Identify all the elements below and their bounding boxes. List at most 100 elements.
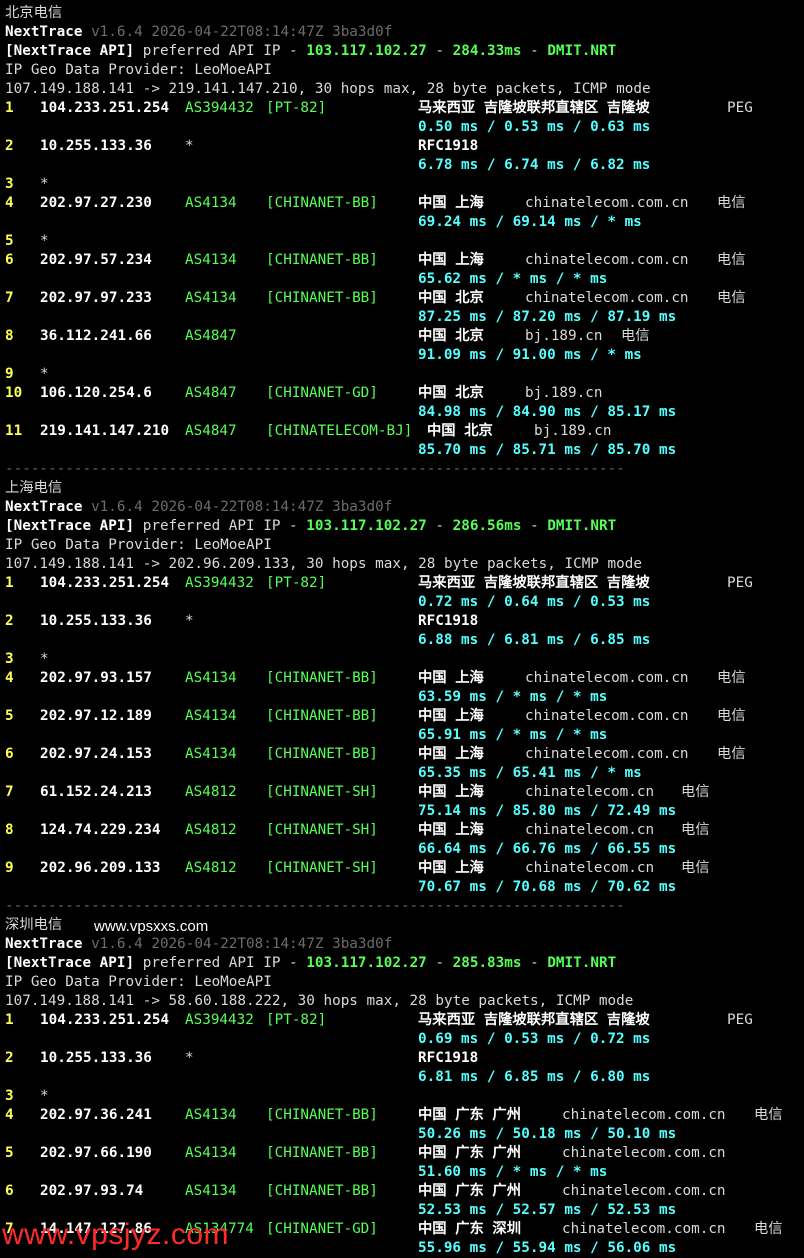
hop-geo: 中国 北京 <box>427 423 493 439</box>
api-info: [NextTrace API] preferred API IP - 103.1… <box>5 517 616 536</box>
trace-command: 107.149.188.141 -> 58.60.188.222, 30 hop… <box>5 993 634 1009</box>
hop-host: chinatelecom.cn <box>525 784 655 800</box>
hop-rtt-row: 6.88 ms / 6.81 ms / 6.85 ms <box>5 631 801 650</box>
api-dash: - <box>521 43 548 59</box>
hop-host: chinatelecom.com.cn <box>525 252 689 268</box>
hop-network-tag: [CHINANET-SH] <box>266 860 378 876</box>
hop-rtt-row: 65.35 ms / 65.41 ms / * ms <box>5 764 801 783</box>
geo-provider-line: IP Geo Data Provider: LeoMoeAPI <box>5 61 801 80</box>
hop-row: 3 * <box>5 175 801 194</box>
hop-number: 8 <box>5 822 14 838</box>
app-header-line: NextTrace v1.6.4 2026-04-22T08:14:47Z 3b… <box>5 23 801 42</box>
hop-asn: AS4134 <box>185 708 237 724</box>
hop-asn: AS4134 <box>185 195 237 211</box>
hop-rtt: 6.78 ms / 6.74 ms / 6.82 ms <box>418 157 651 173</box>
hop-host: bj.189.cn <box>525 328 603 344</box>
hop-number: 1 <box>5 100 14 116</box>
hop-row: 2 10.255.133.36 * RFC1918 <box>5 1049 801 1068</box>
hop-host: chinatelecom.com.cn <box>525 290 689 306</box>
hop-asn: AS394432 <box>185 575 254 591</box>
hop-rtt: 70.67 ms / 70.68 ms / 70.62 ms <box>418 879 677 895</box>
hop-number: 6 <box>5 1183 14 1199</box>
api-dash: - <box>426 43 453 59</box>
hop-network-tag: [CHINANET-BB] <box>266 195 378 211</box>
app-version: v1.6.4 2026-04-22T08:14:47Z 3ba3d0f <box>91 936 393 952</box>
hop-ip: * <box>40 366 49 382</box>
hop-row: 9 202.96.209.133 AS4812 [CHINANET-SH] 中国 上海 c… <box>5 859 801 878</box>
hop-asn: AS4812 <box>185 860 237 876</box>
hop-asn: AS394432 <box>185 100 254 116</box>
hop-asn: AS4134 <box>185 1145 237 1161</box>
hop-host: chinatelecom.com.cn <box>562 1145 726 1161</box>
hop-asn: AS4847 <box>185 385 237 401</box>
api-dash: - <box>426 955 453 971</box>
hop-isp: 电信 <box>681 822 710 838</box>
hop-geo: RFC1918 <box>418 613 479 629</box>
hop-isp: 电信 <box>717 252 746 268</box>
hop-network-tag: [CHINANET-GD] <box>266 385 378 401</box>
hop-rtt-row: 0.69 ms / 0.53 ms / 0.72 ms <box>5 1030 801 1049</box>
hop-ip: 202.97.66.190 <box>40 1145 152 1161</box>
hop-rtt: 6.88 ms / 6.81 ms / 6.85 ms <box>418 632 651 648</box>
section-title-line: 北京电信 <box>5 4 801 23</box>
hop-geo: 中国 上海 <box>418 670 484 686</box>
hop-number: 6 <box>5 252 14 268</box>
hop-row: 8 124.74.229.234 AS4812 [CHINANET-SH] 中国 上海 c… <box>5 821 801 840</box>
hop-row: 3 * <box>5 650 801 669</box>
hop-geo: 中国 上海 <box>418 252 484 268</box>
hop-number: 6 <box>5 746 14 762</box>
hop-geo: 中国 上海 <box>418 784 484 800</box>
hop-network-tag: [CHINANET-SH] <box>266 822 378 838</box>
hop-ip: 202.97.12.189 <box>40 708 152 724</box>
separator-line: ----------------------------------------… <box>5 460 801 479</box>
hop-row: 9 * <box>5 365 801 384</box>
hop-isp: 电信 <box>717 195 746 211</box>
hop-row: 6 202.97.57.234 AS4134 [CHINANET-BB] 中国 上海 ch… <box>5 251 801 270</box>
app-header: NextTrace v1.6.4 2026-04-22T08:14:47Z 3b… <box>5 23 392 42</box>
api-ip: 103.117.102.27 <box>306 43 427 59</box>
api-node: DMIT.NRT <box>547 518 617 534</box>
terminal-output: 北京电信 NextTrace v1.6.4 2026-04-22T08:14:47… <box>5 4 801 1258</box>
api-text: preferred API IP - <box>134 43 307 59</box>
hop-rtt-row: 6.78 ms / 6.74 ms / 6.82 ms <box>5 156 801 175</box>
hop-ip: 104.233.251.254 <box>40 1012 170 1028</box>
hop-number: 5 <box>5 1145 14 1161</box>
hop-asn: AS4812 <box>185 784 237 800</box>
hop-rtt-row: 69.24 ms / 69.14 ms / * ms <box>5 213 801 232</box>
hop-ip: 202.97.93.157 <box>40 670 152 686</box>
hop-rtt: 84.98 ms / 84.90 ms / 85.17 ms <box>418 404 677 420</box>
hop-number: 4 <box>5 195 14 211</box>
hop-geo: 中国 上海 <box>418 708 484 724</box>
app-name: NextTrace <box>5 24 83 40</box>
hop-network-tag: [CHINANET-BB] <box>266 670 378 686</box>
hop-geo: 中国 北京 <box>418 385 484 401</box>
hop-rtt-row: 75.14 ms / 85.80 ms / 72.49 ms <box>5 802 801 821</box>
hop-row: 5 202.97.12.189 AS4134 [CHINANET-BB] 中国 上海 ch… <box>5 707 801 726</box>
hop-ip: 202.97.93.74 <box>40 1183 144 1199</box>
hop-network-tag: [CHINANET-BB] <box>266 708 378 724</box>
hop-rtt-row: 51.60 ms / * ms / * ms <box>5 1163 801 1182</box>
hop-geo: 中国 北京 <box>418 328 484 344</box>
trace-command-line: 107.149.188.141 -> 202.96.209.133, 30 ho… <box>5 555 801 574</box>
section-title-line: 上海电信 <box>5 479 801 498</box>
hop-ip: 10.255.133.36 <box>40 1050 152 1066</box>
hop-ip: * <box>40 176 49 192</box>
hop-rtt-row: 50.26 ms / 50.18 ms / 50.10 ms <box>5 1125 801 1144</box>
hop-rtt-row: 70.67 ms / 70.68 ms / 70.62 ms <box>5 878 801 897</box>
geo-provider-line: IP Geo Data Provider: LeoMoeAPI <box>5 973 801 992</box>
hop-rtt: 75.14 ms / 85.80 ms / 72.49 ms <box>418 803 677 819</box>
hop-row: 1 104.233.251.254 AS394432 [PT-82] 马来西亚 吉隆坡联… <box>5 1011 801 1030</box>
hop-ip: 202.97.36.241 <box>40 1107 152 1123</box>
hop-network-tag: [CHINANET-SH] <box>266 784 378 800</box>
hop-rtt: 91.09 ms / 91.00 ms / * ms <box>418 347 642 363</box>
hop-asn: AS4134 <box>185 252 237 268</box>
site-watermark: www.vpsxxs.com <box>94 918 209 935</box>
hop-number: 7 <box>5 290 14 306</box>
geo-provider: IP Geo Data Provider: LeoMoeAPI <box>5 974 272 990</box>
hop-rtt: 65.62 ms / * ms / * ms <box>418 271 608 287</box>
hop-rtt: 0.69 ms / 0.53 ms / 0.72 ms <box>418 1031 651 1047</box>
hop-number: 5 <box>5 708 14 724</box>
hop-rtt: 51.60 ms / * ms / * ms <box>418 1164 608 1180</box>
hop-geo: 马来西亚 吉隆坡联邦直辖区 吉隆坡 <box>418 1012 650 1028</box>
hop-geo: 马来西亚 吉隆坡联邦直辖区 吉隆坡 <box>418 100 650 116</box>
